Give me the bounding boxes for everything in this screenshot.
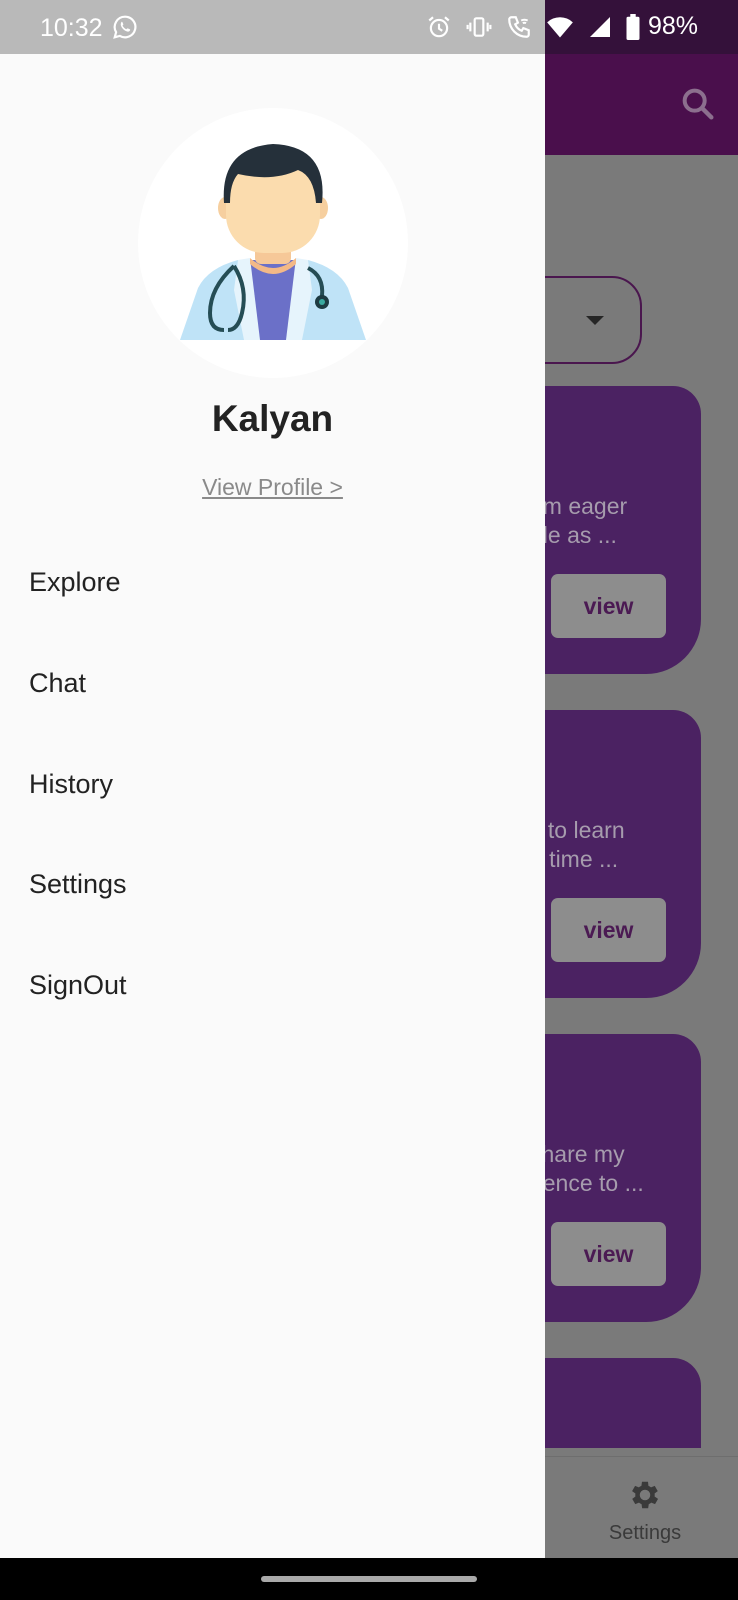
navigation-drawer: Kalyan View Profile > Explore Chat Histo… <box>0 54 545 1558</box>
home-gesture-handle[interactable] <box>261 1576 477 1582</box>
gear-icon <box>632 1481 659 1509</box>
whatsapp-icon <box>112 14 138 45</box>
vibrate-icon <box>466 16 492 37</box>
card-description: share my rience to ... <box>530 1141 644 1196</box>
menu-item-explore[interactable]: Explore <box>29 567 121 598</box>
doctor-avatar-icon <box>180 144 366 340</box>
battery-percentage: 98% <box>647 12 698 40</box>
menu-item-chat[interactable]: Chat <box>29 668 86 699</box>
status-time: 10:32 <box>40 14 103 42</box>
avatar[interactable] <box>138 108 408 378</box>
wifi-calling-icon <box>508 15 530 38</box>
battery-icon <box>626 13 640 40</box>
search-button[interactable] <box>678 84 718 124</box>
card-description: c to learn e time ... <box>530 817 625 872</box>
view-profile-link[interactable]: View Profile > <box>0 474 545 501</box>
wifi-icon <box>547 16 573 37</box>
menu-item-signout[interactable]: SignOut <box>29 970 127 1001</box>
signal-icon <box>589 16 610 37</box>
alarm-icon <box>428 15 450 37</box>
menu-item-settings[interactable]: Settings <box>29 869 127 900</box>
nav-settings-tab[interactable]: Settings <box>600 1477 690 1545</box>
search-icon <box>682 88 714 120</box>
view-button[interactable]: view <box>551 898 666 962</box>
card-description: am eager ble as ... <box>530 493 628 548</box>
system-navigation-bar <box>0 1558 738 1600</box>
dropdown-caret-icon <box>586 316 604 325</box>
menu-item-history[interactable]: History <box>29 769 113 800</box>
status-bar: 10:32 98% <box>0 0 738 54</box>
view-button[interactable]: view <box>551 1222 666 1286</box>
user-name: Kalyan <box>211 398 334 439</box>
nav-settings-label: Settings <box>608 1522 682 1544</box>
view-button[interactable]: view <box>551 574 666 638</box>
